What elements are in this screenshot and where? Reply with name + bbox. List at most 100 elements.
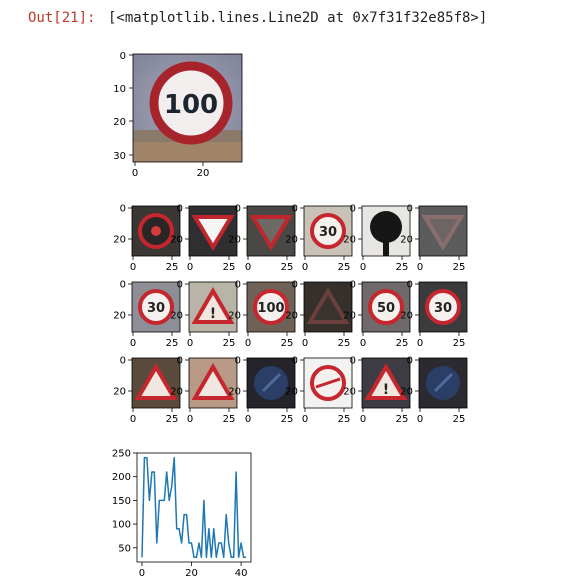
ytick-label: 0 xyxy=(350,280,356,291)
xtick-label: 0 xyxy=(187,262,193,273)
xtick-label: 25 xyxy=(338,338,351,349)
xtick-label: 25 xyxy=(338,414,351,425)
ytick-label: 0 xyxy=(292,356,298,367)
xtick-label: 25 xyxy=(281,414,294,425)
big-ytick-20: 20 xyxy=(113,117,126,128)
xtick-label: 25 xyxy=(396,262,409,273)
big-xtick-0: 0 xyxy=(132,168,138,179)
xtick-label: 0 xyxy=(245,338,251,349)
ytick-label: 20 xyxy=(228,311,241,322)
ytick-label: 0 xyxy=(235,356,241,367)
sign-thumb: 0 20 0 25 xyxy=(400,356,468,425)
ytick-label: 20 xyxy=(343,311,356,322)
xtick-label: 25 xyxy=(453,262,466,273)
xtick-label: 0 xyxy=(302,338,308,349)
ytick-label: 20 xyxy=(285,387,298,398)
sign-thumb: 0 20 0 25 xyxy=(285,356,353,425)
big-xtick-20: 20 xyxy=(197,168,210,179)
sign-dot xyxy=(151,226,161,236)
ytick-label: 0 xyxy=(350,204,356,215)
sign-grid: 0200 250200 250200 25300200 250200 250200 2530… xyxy=(113,204,468,425)
sign-thumb: 0 20 0 25 xyxy=(170,204,238,273)
xtick-label: 0 xyxy=(360,338,366,349)
ytick-label: 0 xyxy=(350,356,356,367)
big-ytick-30: 30 xyxy=(113,151,126,162)
xtick-label: 25 xyxy=(166,262,179,273)
xtick-label: 25 xyxy=(166,414,179,425)
ytick-label: 20 xyxy=(170,387,183,398)
chart-ytick-label: 100 xyxy=(112,520,131,531)
xtick-label: 0 xyxy=(245,414,251,425)
xtick-label: 0 xyxy=(417,338,423,349)
sign-text: ! xyxy=(383,382,389,398)
ytick-label: 20 xyxy=(285,235,298,246)
figure: 100 0 10 20 30 0 20 0200 250200 250200 2530… xyxy=(112,51,468,579)
big-image-x-ticks: 0 20 xyxy=(132,162,210,179)
ytick-label: 20 xyxy=(228,387,241,398)
chart-ytick-label: 250 xyxy=(112,449,131,460)
sign-text: ! xyxy=(210,306,216,322)
chart-xtick-label: 40 xyxy=(235,568,248,579)
chart-xtick-label: 20 xyxy=(185,568,198,579)
xtick-label: 25 xyxy=(396,414,409,425)
ytick-label: 0 xyxy=(120,280,126,291)
ytick-label: 0 xyxy=(235,204,241,215)
xtick-label: 0 xyxy=(302,262,308,273)
ytick-label: 20 xyxy=(285,311,298,322)
ytick-label: 20 xyxy=(343,235,356,246)
xtick-label: 25 xyxy=(223,262,236,273)
ytick-label: 20 xyxy=(400,235,413,246)
ytick-label: 0 xyxy=(292,204,298,215)
sign-circle xyxy=(370,211,402,243)
ytick-label: 20 xyxy=(400,311,413,322)
sign-thumb: 0 20 0 25 xyxy=(400,204,468,273)
xtick-label: 25 xyxy=(338,262,351,273)
ytick-label: 0 xyxy=(407,280,413,291)
chart-ytick-label: 200 xyxy=(112,472,131,483)
chart-ytick-label: 150 xyxy=(112,496,131,507)
xtick-label: 0 xyxy=(130,414,136,425)
xtick-label: 25 xyxy=(396,338,409,349)
sign-post xyxy=(383,241,389,256)
sign-thumb: 0 20 0 25 xyxy=(170,356,238,425)
ytick-label: 0 xyxy=(235,280,241,291)
sign-thumb: 0 20 0 25 xyxy=(285,280,353,349)
sign-thumb: 30 0 20 0 25 xyxy=(285,204,353,273)
ytick-label: 20 xyxy=(228,235,241,246)
sign-text: 100 xyxy=(257,301,284,316)
ytick-label: 0 xyxy=(120,204,126,215)
xtick-label: 0 xyxy=(130,262,136,273)
xtick-label: 0 xyxy=(360,262,366,273)
xtick-label: 0 xyxy=(130,338,136,349)
ytick-label: 20 xyxy=(113,235,126,246)
ytick-label: 0 xyxy=(292,280,298,291)
ytick-label: 20 xyxy=(113,387,126,398)
ytick-label: 0 xyxy=(177,204,183,215)
ytick-label: 0 xyxy=(177,356,183,367)
ytick-label: 20 xyxy=(170,311,183,322)
xtick-label: 0 xyxy=(302,414,308,425)
chart-xtick-label: 0 xyxy=(139,568,145,579)
xtick-label: 0 xyxy=(187,338,193,349)
big-sign-image: 100 xyxy=(132,53,243,163)
sign-thumb: 30 0 20 0 25 xyxy=(400,280,468,349)
xtick-label: 25 xyxy=(453,414,466,425)
xtick-label: 25 xyxy=(281,262,294,273)
big-image-y-ticks: 0 10 20 30 xyxy=(113,51,133,162)
big-ytick-10: 10 xyxy=(113,84,126,95)
ytick-label: 20 xyxy=(400,387,413,398)
sign-thumb: ! 0 20 0 25 xyxy=(170,280,238,349)
xtick-label: 0 xyxy=(187,414,193,425)
ytick-label: 0 xyxy=(407,204,413,215)
sign-text: 30 xyxy=(147,301,165,316)
ytick-label: 20 xyxy=(113,311,126,322)
chart-ytick-label: 50 xyxy=(118,543,131,554)
ytick-label: 20 xyxy=(170,235,183,246)
sign-text: 50 xyxy=(377,301,395,316)
xtick-label: 0 xyxy=(417,414,423,425)
ytick-label: 0 xyxy=(177,280,183,291)
xtick-label: 0 xyxy=(417,262,423,273)
xtick-label: 25 xyxy=(223,414,236,425)
xtick-label: 0 xyxy=(245,262,251,273)
xtick-label: 25 xyxy=(281,338,294,349)
